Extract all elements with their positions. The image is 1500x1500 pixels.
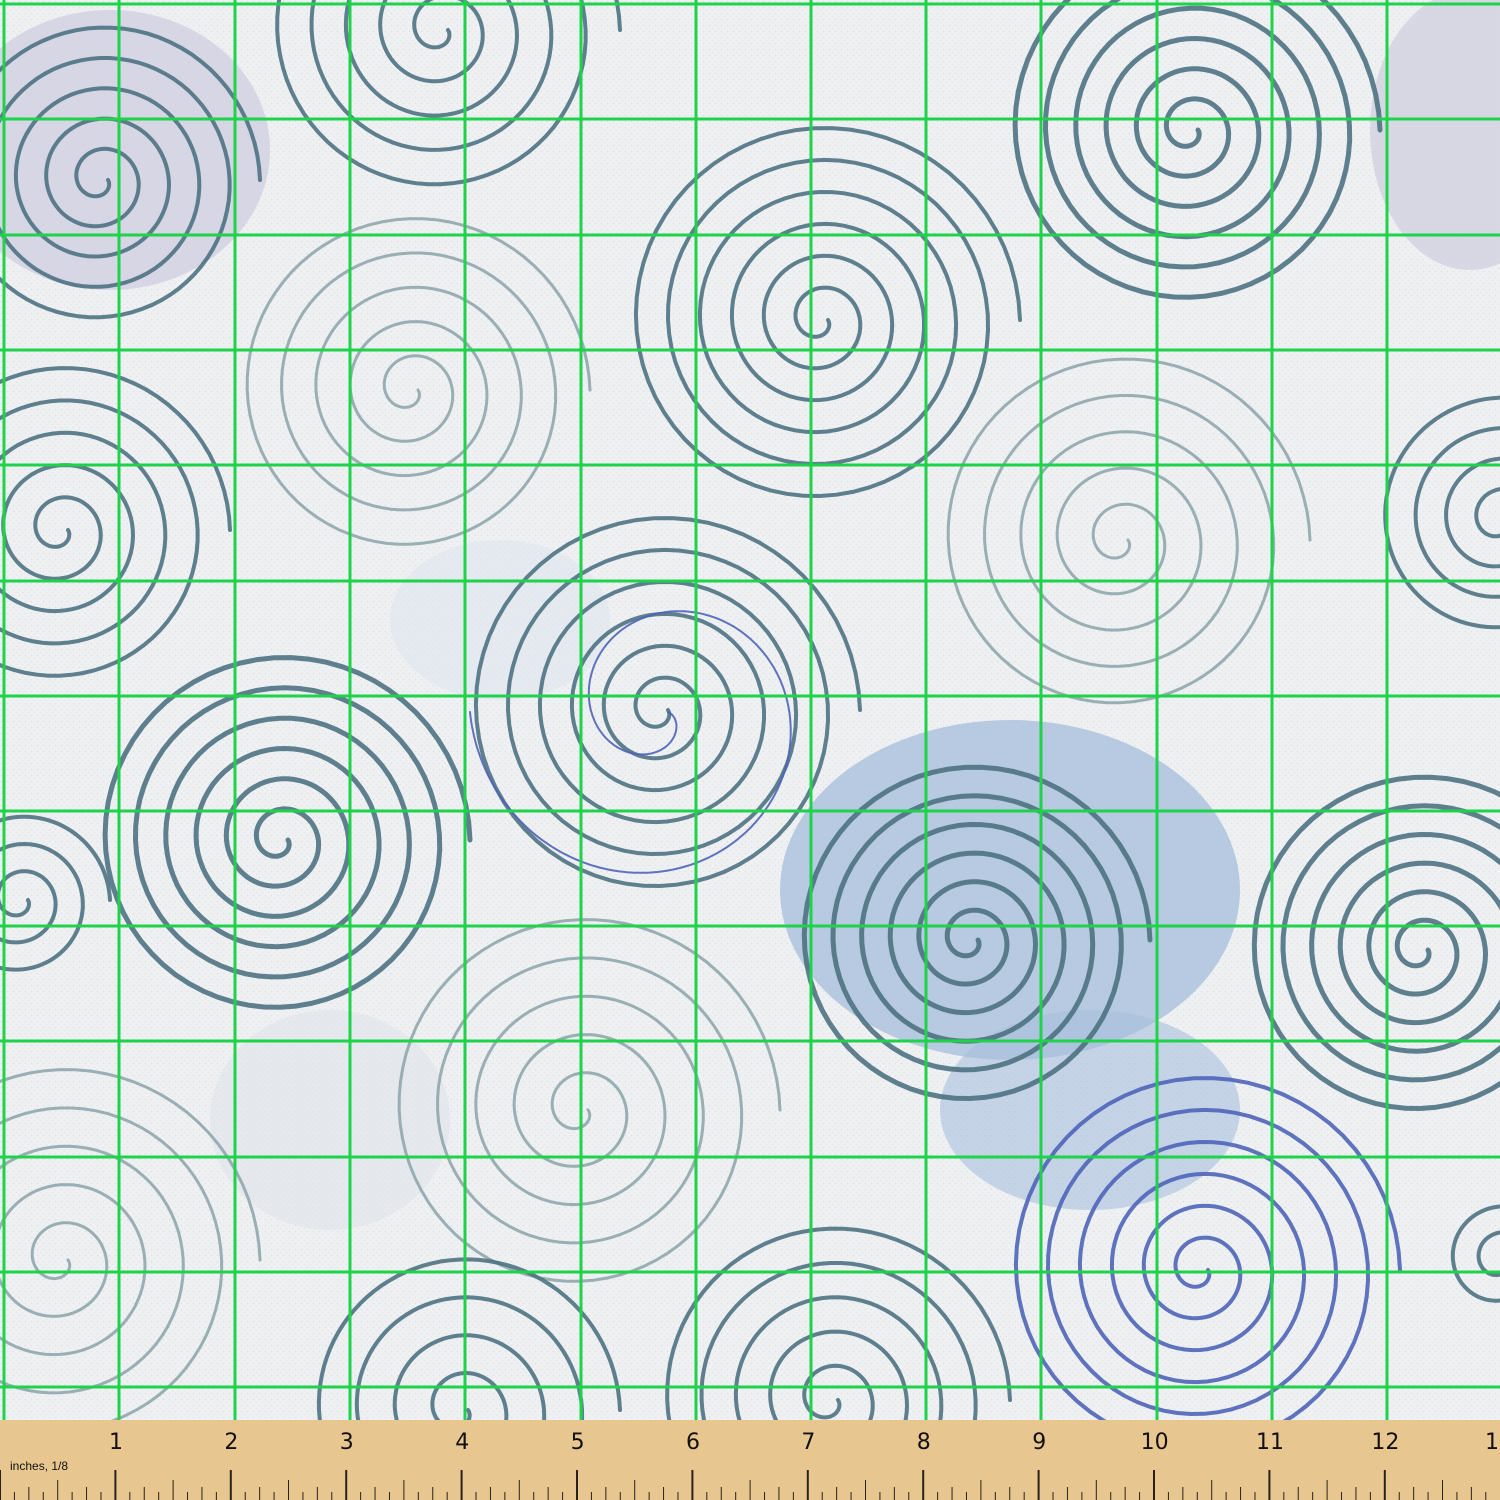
swirl-pattern-fabric [0, 0, 1500, 1420]
ruler-number: 7 [801, 1430, 816, 1455]
ruler-number: 10 [1140, 1430, 1169, 1455]
ruler-number: 12 [1371, 1430, 1400, 1455]
ruler-caption: inches, 1/8 [10, 1459, 69, 1473]
ruler-number: 1 [109, 1430, 123, 1455]
ruler-number: 2 [224, 1430, 239, 1455]
fabric-swatch-preview: 1 2 3 4 5 6 7 8 9 10 11 12 1 inches, 1/8 [0, 0, 1500, 1500]
ruler-number: 8 [916, 1430, 931, 1455]
ruler-number: 3 [339, 1430, 354, 1455]
ruler-number: 6 [686, 1430, 700, 1455]
ruler-number: 5 [570, 1430, 585, 1455]
watercolor-wash [210, 1010, 450, 1230]
ruler-number: 1 [1485, 1430, 1499, 1455]
ruler-number: 9 [1032, 1430, 1047, 1455]
ruler-number: 11 [1256, 1430, 1284, 1455]
ruler-number: 4 [455, 1430, 470, 1455]
